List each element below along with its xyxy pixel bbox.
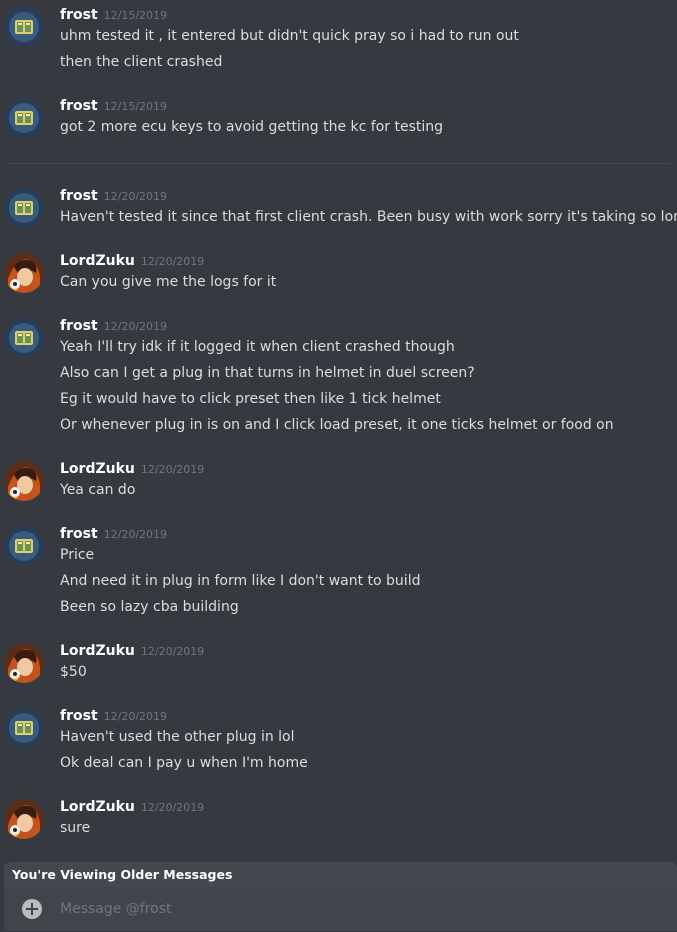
message-text: Or whenever plug in is on and I click lo… [60,417,614,433]
author-name[interactable]: LordZuku [60,643,135,659]
message-group: LordZuku 12/20/2019 Yea can do [0,457,677,505]
message-text: $50 [60,664,87,680]
lordzuku-avatar[interactable] [4,253,44,293]
message-timestamp: 12/20/2019 [140,463,205,476]
author-name[interactable]: frost [60,318,98,334]
author-name[interactable]: LordZuku [60,253,135,269]
lordzuku-avatar[interactable] [4,643,44,683]
message-header: frost 12/20/2019 [60,704,167,726]
message-list[interactable]: frost 12/15/2019 uhm tested it , it entere… [0,0,677,862]
frost-avatar[interactable] [4,188,44,228]
message-group: LordZuku 12/20/2019 sure [0,795,677,843]
message-text: Haven't tested it since that first clien… [60,209,677,225]
message-header: frost 12/20/2019 [60,314,167,336]
message-text: Ok deal can I pay u when I'm home [60,755,308,771]
message-text: Haven't used the other plug in lol [60,729,295,745]
message-group: LordZuku 12/20/2019 $50 [0,639,677,687]
message-timestamp: 12/20/2019 [140,801,205,814]
message-text: And need it in plug in form like I don't… [60,573,421,589]
plus-circle-icon[interactable] [22,899,42,919]
message-group: frost 12/15/2019 got 2 more ecu keys to av… [0,94,677,142]
message-group: LordZuku 12/20/2019 Can you give me the lo… [0,249,677,297]
message-group: frost 12/20/2019 Haven't used the other pl… [0,704,677,778]
message-composer [4,887,677,931]
frost-avatar[interactable] [4,526,44,566]
dm-chat-window: frost 12/15/2019 uhm tested it , it entere… [0,0,677,932]
author-name[interactable]: frost [60,7,98,23]
message-group: frost 12/15/2019 uhm tested it , it entere… [0,3,677,77]
author-name[interactable]: frost [60,526,98,542]
author-name[interactable]: LordZuku [60,461,135,477]
older-messages-bar[interactable]: You're Viewing Older Messages [4,862,677,887]
message-header: frost 12/20/2019 [60,184,167,206]
message-timestamp: 12/20/2019 [140,255,205,268]
author-name[interactable]: frost [60,98,98,114]
message-text: Can you give me the logs for it [60,274,277,290]
frost-avatar[interactable] [4,7,44,47]
message-header: frost 12/15/2019 [60,3,167,25]
author-name[interactable]: frost [60,708,98,724]
message-timestamp: 12/15/2019 [103,9,168,22]
message-header: LordZuku 12/20/2019 [60,639,204,661]
message-header: LordZuku 12/20/2019 [60,249,204,271]
message-header: frost 12/20/2019 [60,522,167,544]
frost-avatar[interactable] [4,318,44,358]
message-text: sure [60,820,91,836]
message-timestamp: 12/20/2019 [103,710,168,723]
message-header: LordZuku 12/20/2019 [60,457,204,479]
message-text: Yea can do [60,482,136,498]
message-timestamp: 12/20/2019 [103,190,168,203]
message-text: got 2 more ecu keys to avoid getting the… [60,119,444,135]
frost-avatar[interactable] [4,708,44,748]
message-input[interactable] [60,895,660,923]
message-text: uhm tested it , it entered but didn't qu… [60,28,519,44]
message-group: frost 12/20/2019 Yeah I'll try idk if it l… [0,314,677,440]
message-timestamp: 12/20/2019 [140,645,205,658]
lordzuku-avatar[interactable] [4,461,44,501]
message-group: frost 12/20/2019 Price And need it in plug … [0,522,677,622]
message-divider [6,163,671,164]
message-text: Been so lazy cba building [60,599,239,615]
message-text: Yeah I'll try idk if it logged it when c… [60,339,455,355]
message-text: Also can I get a plug in that turns in h… [60,365,475,381]
message-group: frost 12/20/2019 Haven't tested it since t… [0,184,677,232]
message-timestamp: 12/20/2019 [103,528,168,541]
message-header: LordZuku 12/20/2019 [60,795,204,817]
message-timestamp: 12/15/2019 [103,100,168,113]
older-messages-label: You're Viewing Older Messages [12,867,233,882]
frost-avatar[interactable] [4,98,44,138]
message-header: frost 12/15/2019 [60,94,167,116]
author-name[interactable]: frost [60,188,98,204]
author-name[interactable]: LordZuku [60,799,135,815]
message-text: then the client crashed [60,54,223,70]
lordzuku-avatar[interactable] [4,799,44,839]
message-timestamp: 12/20/2019 [103,320,168,333]
message-text: Eg it would have to click preset then li… [60,391,441,407]
message-text: Price [60,547,95,563]
